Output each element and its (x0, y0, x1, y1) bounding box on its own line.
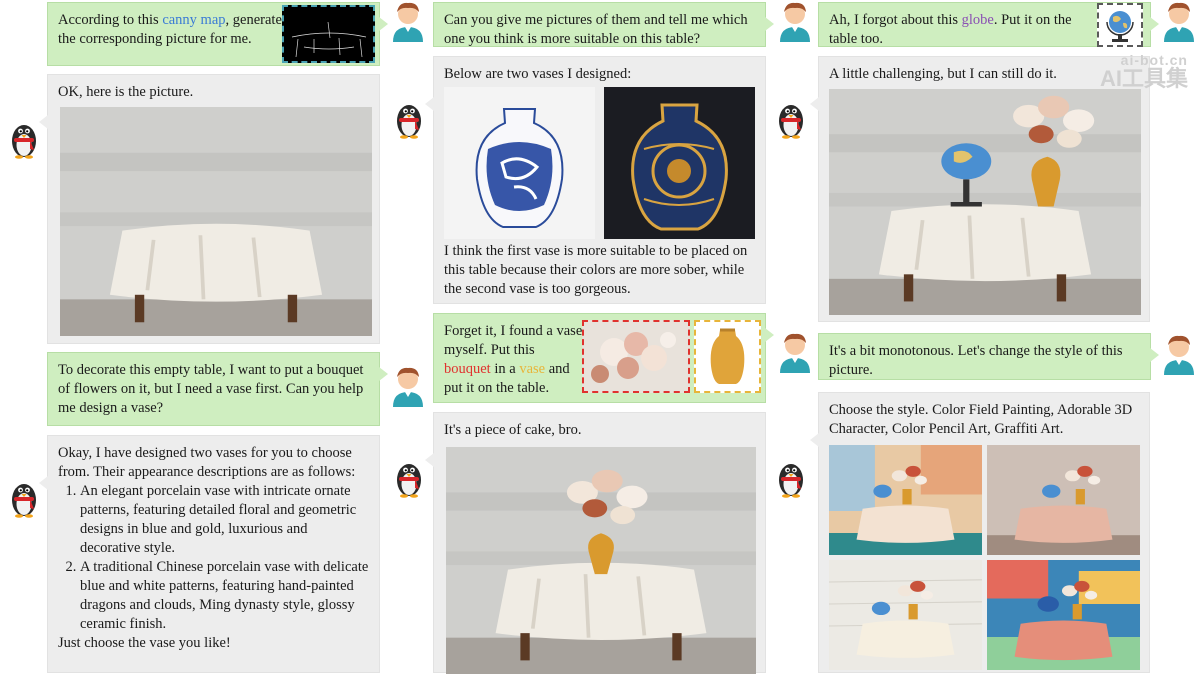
user-message-vase-request: To decorate this empty table, I want to … (47, 352, 388, 426)
penguin-avatar-icon (397, 105, 421, 139)
bot-message-globe-added: A little challenging, but I can still do… (810, 56, 1150, 322)
message-text: Ah, I forgot about this globe. Put it on… (829, 12, 1072, 47)
penguin-avatar-icon (12, 484, 36, 518)
bot-message-style-options: Choose the style. Color Field Painting, … (810, 392, 1150, 673)
user-avatar-icon (393, 2, 423, 42)
style-graffiti-image (987, 560, 1140, 670)
bot-message-table-picture: OK, here is the picture. (39, 74, 380, 344)
message-text: Forget it, I found a vase myself. Put th… (444, 323, 583, 396)
message-text: It's a bit monotonous. Let's change the … (829, 343, 1123, 378)
vase-image-blue-gold (604, 87, 755, 239)
user-avatar-icon (393, 367, 423, 407)
message-intro: Okay, I have designed two vases for you … (58, 445, 356, 480)
list-item: A traditional Chinese porcelain vase wit… (80, 558, 369, 634)
highlight-bouquet: bouquet (444, 361, 491, 377)
user-message-canny-request: According to this canny map, generate th… (47, 2, 388, 66)
message-text: A little challenging, but I can still do… (829, 66, 1057, 82)
penguin-avatar-icon (12, 125, 36, 159)
highlight-canny-map: canny map (162, 12, 226, 28)
bouquet-image (582, 320, 690, 393)
style-color-field-image (829, 445, 982, 555)
message-text: OK, here is the picture. (58, 84, 194, 100)
message-text: Can you give me pictures of them and tel… (444, 12, 748, 47)
vase-description-list: An elegant porcelain vase with intricate… (58, 482, 369, 634)
style-color-pencil-image (829, 560, 982, 670)
table-with-bouquet-image (446, 447, 756, 674)
highlight-globe: globe (961, 12, 994, 28)
highlight-vase: vase (519, 361, 546, 377)
style-3d-character-image (987, 445, 1140, 555)
message-body: I think the first vase is more suitable … (444, 243, 748, 297)
penguin-avatar-icon (779, 464, 803, 498)
watermark-label: AI工具集 (1099, 66, 1188, 91)
penguin-avatar-icon (397, 464, 421, 498)
message-text: To decorate this empty table, I want to … (58, 362, 364, 416)
user-avatar-icon (780, 333, 810, 373)
user-avatar-icon (1164, 2, 1194, 42)
list-item: An elegant porcelain vase with intricate… (80, 482, 369, 558)
yellow-vase-image (694, 320, 761, 393)
user-message-pictures-request: Can you give me pictures of them and tel… (433, 2, 774, 47)
bot-message-vase-on-table: It's a piece of cake, bro. (425, 412, 766, 674)
message-text: It's a piece of cake, bro. (444, 422, 582, 438)
vase-image-blue-white (444, 87, 595, 239)
user-message-globe: Ah, I forgot about this globe. Put it on… (818, 2, 1159, 47)
user-avatar-icon (780, 2, 810, 42)
table-with-globe-image (829, 89, 1141, 315)
penguin-avatar-icon (779, 105, 803, 139)
globe-image (1097, 3, 1143, 47)
user-avatar-icon (1164, 335, 1194, 375)
message-head: Below are two vases I designed: (444, 66, 632, 82)
message-outro: Just choose the vase you like! (58, 635, 231, 651)
bot-message-two-vases: Below are two vases I designed: I think … (425, 56, 766, 304)
generated-table-image (60, 107, 372, 336)
bot-message-vase-descriptions: Okay, I have designed two vases for you … (39, 435, 380, 673)
canny-map-image (282, 5, 375, 63)
message-text: Choose the style. Color Field Painting, … (829, 402, 1133, 437)
user-message-bouquet-vase: Forget it, I found a vase myself. Put th… (433, 313, 774, 403)
user-message-style-change: It's a bit monotonous. Let's change the … (818, 333, 1159, 380)
message-text: According to this canny map, generate th… (58, 12, 282, 47)
watermark: ai-bot.cn AI工具集 (1100, 52, 1188, 90)
